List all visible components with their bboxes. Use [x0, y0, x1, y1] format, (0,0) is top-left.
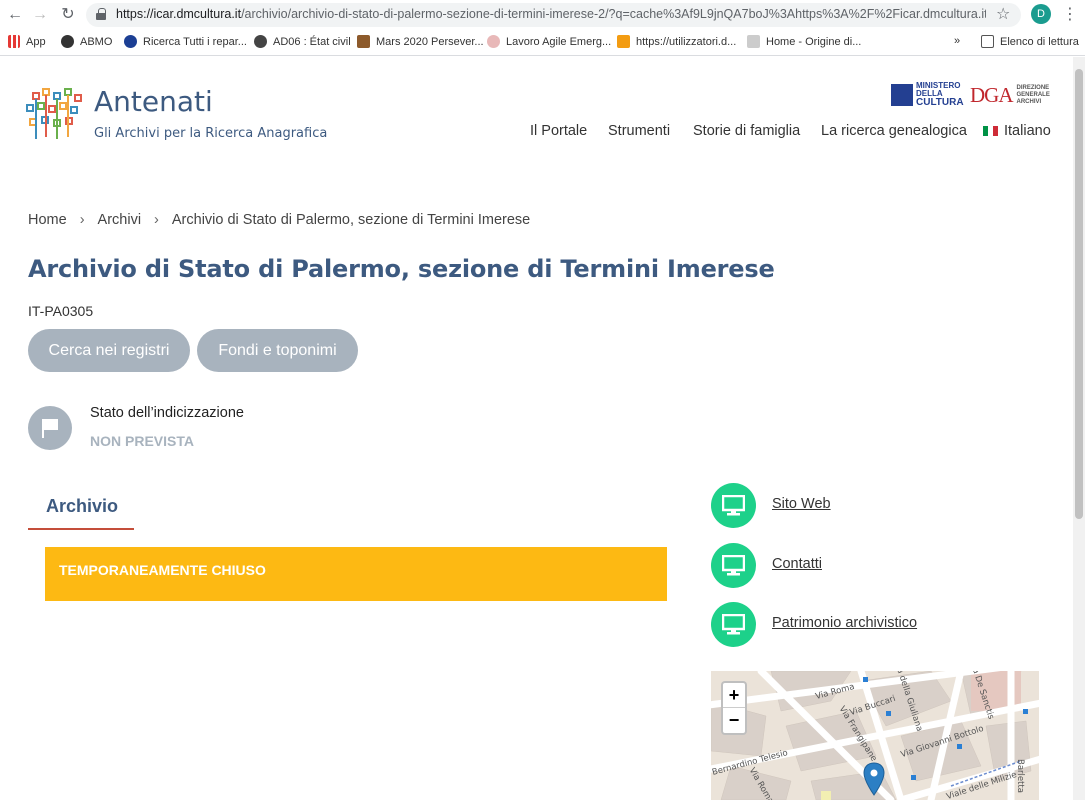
site-icon: [124, 35, 137, 48]
reading-list-button[interactable]: Elenco di lettura: [981, 35, 1079, 48]
back-icon[interactable]: ←: [4, 4, 26, 26]
bookmark-label: App: [26, 35, 46, 48]
bookmark-origine[interactable]: Home - Origine di...: [747, 35, 861, 48]
dga-mark: DGA: [970, 83, 1013, 107]
tab-label: Archivio: [46, 496, 119, 516]
globe-icon: [254, 35, 267, 48]
site-title[interactable]: Antenati: [94, 85, 213, 118]
site-icon: [747, 35, 760, 48]
indexing-status-value: NON PREVISTA: [90, 433, 194, 449]
more-bookmarks-button[interactable]: »: [954, 35, 960, 47]
scrollbar-thumb[interactable]: [1075, 69, 1083, 519]
bookmark-utilizzatori[interactable]: https://utilizzatori.d...: [617, 35, 736, 48]
bookmark-label: Ricerca Tutti i repar...: [143, 35, 247, 48]
bookmark-mars[interactable]: Mars 2020 Persever...: [357, 35, 484, 48]
bookmark-lavoro[interactable]: Lavoro Agile Emerg...: [487, 35, 611, 48]
cerca-nei-registri-button[interactable]: Cerca nei registri: [28, 329, 190, 372]
map-street-label: Barletta: [1015, 759, 1025, 793]
sito-web-label[interactable]: Sito Web: [772, 496, 831, 512]
forward-icon[interactable]: →: [29, 4, 51, 26]
bookmark-star-icon[interactable]: ☆: [996, 4, 1010, 24]
lock-icon: [96, 8, 106, 20]
bookmark-label: Lavoro Agile Emerg...: [506, 35, 612, 48]
address-bar[interactable]: https://icar.dmcultura.it/archivio/archi…: [86, 3, 1021, 27]
language-label: Italiano: [1004, 123, 1051, 139]
map-zoom-control: + −: [721, 681, 747, 735]
language-selector[interactable]: Italiano: [983, 123, 1051, 139]
italian-flag-icon: [983, 126, 998, 136]
bookmark-ricerca[interactable]: Ricerca Tutti i repar...: [124, 35, 247, 48]
site-subtitle: Gli Archivi per la Ricerca Anagrafica: [94, 126, 328, 141]
reload-icon[interactable]: ↻: [57, 4, 79, 26]
url-path: /archivio/archivio-di-stato-di-palermo-s…: [241, 7, 986, 21]
globe-icon: [61, 35, 74, 48]
monitor-icon: [711, 483, 756, 528]
bookmark-label: AD06 : État civil: [273, 35, 351, 48]
contatti-label[interactable]: Contatti: [772, 556, 822, 572]
breadcrumb-separator: ›: [154, 212, 159, 228]
archive-code: IT-PA0305: [28, 303, 94, 319]
map-zoom-in-button[interactable]: +: [723, 683, 745, 708]
site-icon: [617, 35, 630, 48]
url-host: https://icar.dmcultura.it: [116, 7, 242, 21]
breadcrumb-home[interactable]: Home: [28, 212, 67, 228]
indexing-status-label: Stato dell’indicizzazione: [90, 405, 244, 421]
location-map[interactable]: + − Via Roma Via Buccari Via della Giuli…: [711, 671, 1039, 800]
fondi-e-toponimi-button[interactable]: Fondi e toponimi: [197, 329, 358, 372]
page-content: Antenati Gli Archivi per la Ricerca Anag…: [0, 57, 1073, 800]
site-icon: [357, 35, 370, 48]
profile-avatar[interactable]: D: [1031, 4, 1051, 24]
reading-list-label: Elenco di lettura: [1000, 35, 1079, 48]
site-icon: [487, 35, 500, 48]
monitor-icon: [711, 602, 756, 647]
browser-menu-icon[interactable]: ⋮: [1062, 4, 1078, 24]
dga-line: DIREZIONE: [1016, 85, 1050, 91]
nav-storie-di-famiglia[interactable]: Storie di famiglia: [693, 123, 800, 139]
dga-line: GENERALE: [1016, 92, 1050, 98]
nav-strumenti[interactable]: Strumenti: [608, 123, 670, 139]
page-scrollbar[interactable]: [1073, 57, 1085, 800]
ministero-logo[interactable]: MINISTERO DELLA CULTURA: [891, 82, 964, 108]
bookmark-abmo[interactable]: ABMO: [61, 35, 112, 48]
breadcrumb-separator: ›: [79, 212, 85, 228]
notice-text: TEMPORANEAMENTE CHIUSO: [59, 562, 266, 578]
breadcrumb: Home › Archivi › Archivio di Stato di Palerm…: [28, 212, 530, 228]
reading-list-icon: [981, 35, 994, 48]
flag-icon: [28, 406, 72, 450]
browser-toolbar: ← → ↻ https://icar.dmcultura.it/archivio…: [0, 0, 1085, 30]
page-title: Archivio di Stato di Palermo, sezione di…: [28, 255, 775, 283]
tab-archivio[interactable]: Archivio: [28, 487, 134, 530]
bookmark-label: ABMO: [80, 35, 113, 48]
ministero-line: CULTURA: [916, 97, 964, 108]
breadcrumb-current: Archivio di Stato di Palermo, sezione di…: [171, 212, 531, 228]
nav-il-portale[interactable]: Il Portale: [530, 123, 587, 139]
closed-notice: TEMPORANEAMENTE CHIUSO: [45, 547, 667, 601]
nav-ricerca-genealogica[interactable]: La ricerca genealogica: [821, 123, 967, 139]
bookmark-ad06[interactable]: AD06 : État civil: [254, 35, 351, 48]
bookmark-apps[interactable]: App: [8, 35, 46, 48]
apps-grid-icon: [8, 35, 20, 48]
bookmark-label: Mars 2020 Persever...: [376, 35, 484, 48]
map-zoom-out-button[interactable]: −: [723, 708, 745, 733]
bookmark-label: https://utilizzatori.d...: [636, 35, 737, 48]
bookmark-label: Home - Origine di...: [766, 35, 862, 48]
ministero-emblem-icon: [891, 84, 913, 106]
dga-logo[interactable]: DGA DIREZIONE GENERALE ARCHIVI: [970, 83, 1050, 108]
url-text[interactable]: https://icar.dmcultura.it/archivio/archi…: [116, 7, 986, 21]
bookmarks-bar: App ABMO Ricerca Tutti i repar... AD06 :…: [0, 30, 1085, 56]
breadcrumb-archivi[interactable]: Archivi: [98, 212, 142, 228]
dga-line: ARCHIVI: [1016, 99, 1042, 105]
patrimonio-archivistico-label[interactable]: Patrimonio archivistico: [772, 615, 917, 631]
antenati-logo-icon[interactable]: [24, 87, 84, 142]
monitor-icon: [711, 543, 756, 588]
